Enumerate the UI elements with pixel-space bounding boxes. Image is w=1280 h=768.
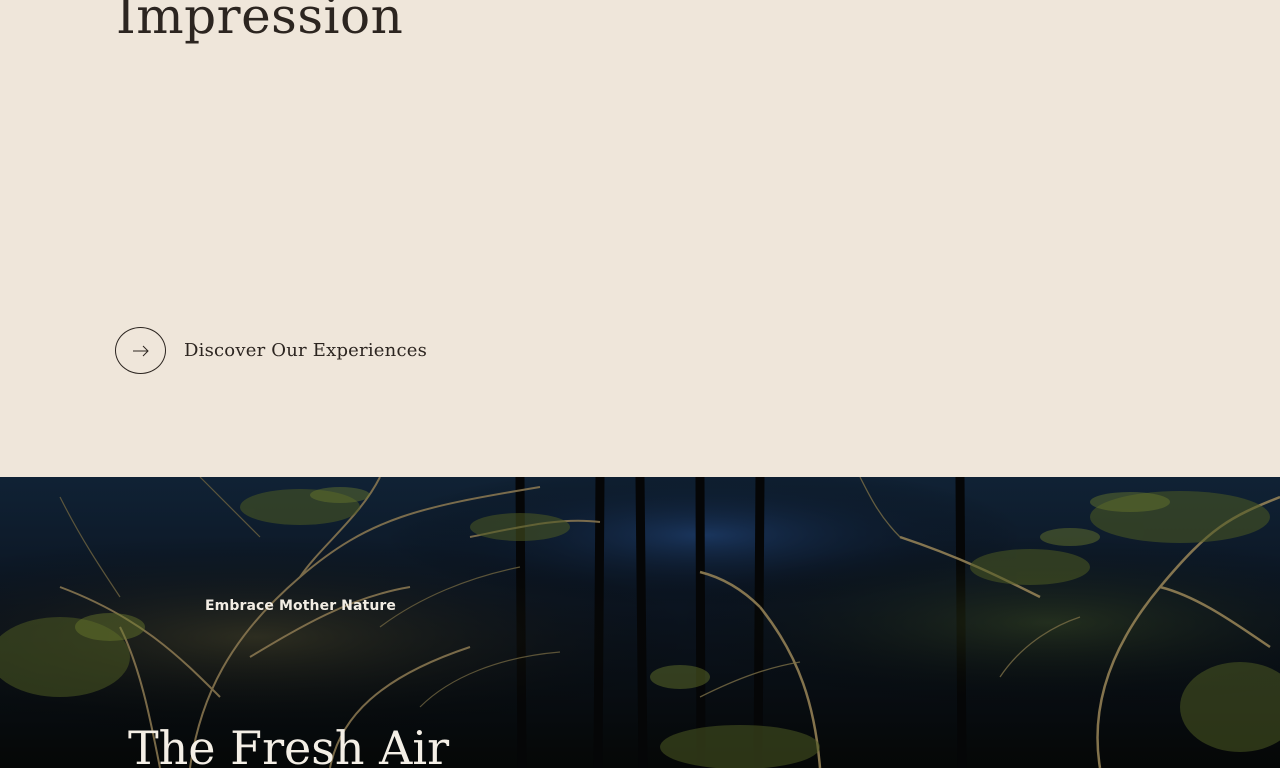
intro-section: Impression Discover Our Experiences (0, 0, 1280, 477)
intro-heading: Impression (116, 0, 404, 45)
hero-heading: The Fresh Air (128, 721, 450, 768)
circle-button[interactable] (115, 327, 166, 374)
arrow-right-icon (132, 345, 149, 356)
discover-experiences-link[interactable]: Discover Our Experiences (115, 327, 427, 374)
page: Impression Discover Our Experiences Embr… (0, 0, 1280, 768)
cta-label[interactable]: Discover Our Experiences (184, 340, 427, 361)
hero-eyebrow: Embrace Mother Nature (205, 598, 396, 614)
hero-section: Embrace Mother Nature The Fresh Air (0, 477, 1280, 768)
